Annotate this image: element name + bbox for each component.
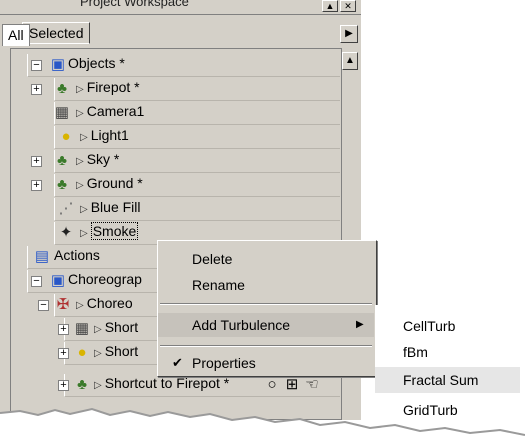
menu-item-properties[interactable]: ✔ Properties [158,351,374,375]
tab-selected[interactable]: Selected [22,22,91,44]
group-object-icon: ♣ [57,80,67,97]
play-arrow-icon: ▷ [80,132,88,143]
title-bar: Project Workspace ▲ ✕ [0,0,361,15]
hand-icon[interactable]: ☜ [302,376,322,394]
play-arrow-icon: ▷ [76,84,84,95]
light-bulb-icon: ● [61,128,71,145]
context-menu: Delete Rename Add Turbulence ▶ ✔ Propert… [157,240,377,377]
tree-item-label: Camera1 [86,103,145,119]
menu-item-label: Delete [192,251,233,267]
play-arrow-icon: ▷ [76,108,84,119]
submenu-arrow-icon: ▶ [356,319,364,330]
camera-shortcut-icon: ▦ [74,320,90,337]
group-object-icon: ♣ [57,152,67,169]
tree-item-smoke[interactable]: ▷ Smoke [80,220,139,244]
choreography-icon: ✠ [56,296,70,313]
play-arrow-icon: ▷ [76,300,84,311]
tree-item-label: Choreograp [68,271,142,287]
smoke-icon: ✦ [59,224,73,241]
window-title: Project Workspace [80,0,189,9]
tree-item-shortcut-light[interactable]: ▷ Short [94,340,138,364]
tree-item-label: Blue Fill [90,199,141,215]
submenu-item-fractal-sum[interactable]: Fractal Sum [375,367,520,393]
visibility-circle-icon[interactable]: ○ [262,376,282,394]
menu-separator [160,303,372,305]
scroll-up-button[interactable]: ▲ [342,52,358,70]
expand-icon[interactable]: + [31,156,42,167]
menu-separator [160,345,372,347]
tree-item-sky[interactable]: ▷ Sky * [76,148,119,172]
dock-arrow-icon[interactable]: ▲ [322,0,338,12]
play-arrow-icon: ▷ [80,228,88,239]
objects-folder-icon: ▣ [50,56,66,73]
tree-item-ground[interactable]: ▷ Ground * [76,172,143,196]
tree-item-label: Actions [54,247,100,263]
tree-item-blue-fill[interactable]: ▷ Blue Fill [80,196,141,220]
tree-item-label: Objects * [68,55,125,71]
collapse-icon[interactable]: − [38,300,49,311]
play-arrow-icon: ▷ [76,156,84,167]
tree-item-label: Firepot * [86,79,140,95]
tree-item-camera1[interactable]: ▷ Camera1 [76,100,144,124]
fill-light-icon: ⋰ [58,200,74,217]
collapse-icon[interactable]: − [31,60,42,71]
group-object-icon: ♣ [77,376,87,393]
play-arrow-icon: ▷ [94,324,102,335]
tree-item-actions[interactable]: Actions [54,244,100,268]
collapse-icon[interactable]: − [31,276,42,287]
tree-item-objects[interactable]: Objects * [68,52,125,76]
play-arrow-icon: ▷ [80,204,88,215]
tree-item-choreo[interactable]: ▷ Choreo [76,292,133,316]
tree-item-label: Light1 [90,127,129,143]
submenu-item-fbm[interactable]: fBm [375,339,515,365]
tree-item-label: Smoke [90,222,139,240]
expand-icon[interactable]: + [58,348,69,359]
group-object-icon: ♣ [57,176,67,193]
tree-item-label: Short [104,343,139,359]
play-arrow-icon: ▷ [76,180,84,191]
light-shortcut-icon: ● [77,344,87,361]
tree-item-light1[interactable]: ▷ Light1 [80,124,129,148]
tree-item-choreography[interactable]: Choreograp [68,268,142,292]
play-arrow-icon: ▷ [94,380,102,391]
menu-item-rename[interactable]: Rename [158,273,374,297]
tab-all[interactable]: All [2,24,30,46]
play-arrow-icon: ▷ [94,348,102,359]
submenu-item-cellturb[interactable]: CellTurb [375,313,515,339]
expand-icon[interactable]: + [58,324,69,335]
tree-item-shortcut-camera[interactable]: ▷ Short [94,316,138,340]
tree-item-label: Shortcut to Firepot * [104,375,230,391]
expand-icon[interactable]: + [31,84,42,95]
menu-item-label: Properties [192,355,256,371]
menu-item-delete[interactable]: Delete [158,247,374,271]
tree-item-label: Choreo [86,295,133,311]
torn-edge-decoration [0,407,525,445]
menu-item-label: Rename [192,277,245,293]
expand-icon[interactable]: + [58,380,69,391]
tree-item-label: Short [104,319,139,335]
expand-icon[interactable]: + [31,180,42,191]
menu-item-add-turbulence[interactable]: Add Turbulence ▶ [158,313,374,337]
choreography-folder-icon: ▣ [50,272,66,289]
tree-item-label: Sky * [86,151,120,167]
tree-item-label: Ground * [86,175,143,191]
checkmark-icon: ✔ [172,355,183,370]
wireframe-cube-icon[interactable]: ⊞ [282,376,302,394]
menu-item-label: Add Turbulence [192,317,291,333]
actions-icon: ▤ [34,248,50,265]
tab-scroll-right-button[interactable]: ▶ [340,25,358,43]
tree-item-firepot[interactable]: ▷ Firepot * [76,76,140,100]
camera-icon: ▦ [54,104,70,121]
close-icon[interactable]: ✕ [340,0,356,12]
